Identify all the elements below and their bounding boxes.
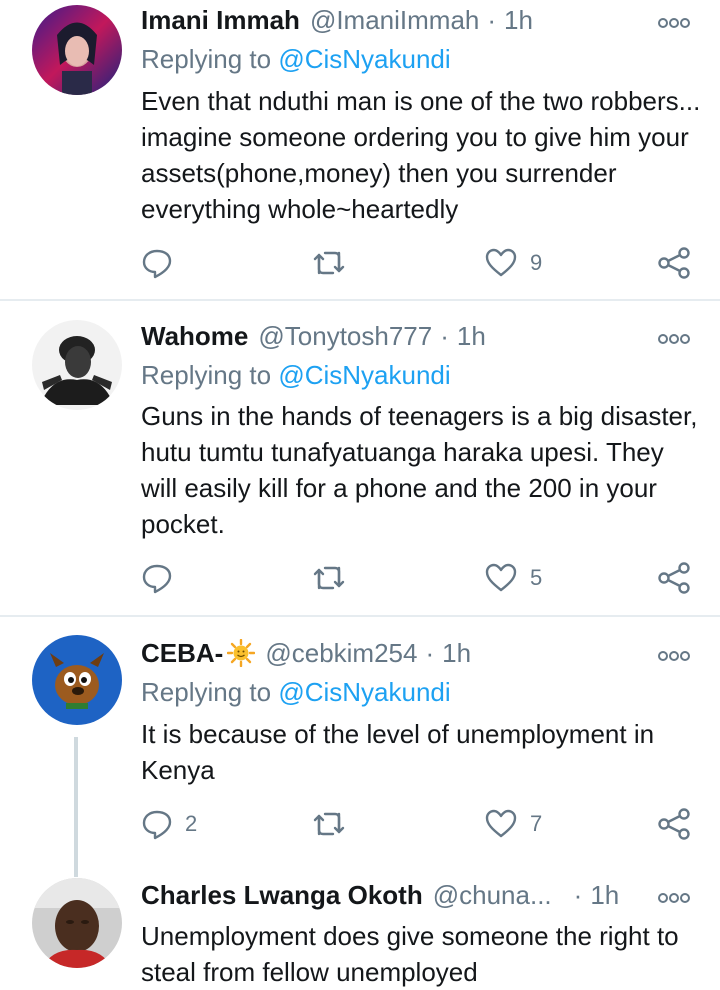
reply-button[interactable] [141, 558, 185, 598]
separator: · [573, 879, 583, 910]
retweet-button[interactable] [311, 558, 359, 598]
retweet-icon [311, 562, 347, 594]
tweet[interactable]: Charles Lwanga Okoth @chuna... · 1h Unem… [0, 867, 720, 988]
like-button[interactable]: 5 [484, 558, 542, 598]
avatar[interactable] [32, 320, 122, 410]
like-count: 5 [530, 565, 543, 590]
user-handle[interactable]: @cebkim254 [265, 638, 417, 669]
thread-line [74, 867, 78, 877]
thread-line [74, 737, 78, 867]
replying-prefix: Replying to [141, 360, 272, 390]
reply-button[interactable] [141, 243, 185, 283]
tweet-actions: 2 7 [141, 804, 701, 844]
like-button[interactable]: 7 [484, 804, 542, 844]
reply-icon [141, 808, 173, 840]
tweet[interactable]: CEBA- @cebkim254 · 1h Replying to @CisNy… [0, 617, 720, 867]
share-button[interactable] [657, 804, 691, 844]
timestamp[interactable]: 1h [504, 5, 533, 36]
tweet-actions: 5 [141, 558, 701, 598]
tweet-text: Unemployment does give someone the right… [141, 921, 679, 987]
share-button[interactable] [657, 243, 691, 283]
display-name[interactable]: CEBA- [141, 638, 223, 669]
timestamp[interactable]: 1h [457, 321, 486, 352]
avatar[interactable] [32, 635, 122, 725]
replying-prefix: Replying to [141, 677, 272, 707]
tweet[interactable]: Imani Immah @ImaniImmah · 1h Replying to… [0, 0, 720, 298]
share-icon [657, 247, 691, 279]
tweet-text: Guns in the hands of teenagers is a big … [141, 401, 698, 539]
user-handle[interactable]: @chuna... [433, 880, 552, 911]
sun-emoji-icon [227, 638, 256, 668]
replying-to: Replying to @CisNyakundi [141, 44, 451, 75]
separator: · [440, 320, 449, 351]
tweet-header: Imani Immah @ImaniImmah · 1h [141, 3, 720, 37]
tweet-text: It is because of the level of unemployme… [141, 719, 655, 785]
reply-count: 2 [185, 811, 198, 836]
timestamp[interactable]: 1h [590, 880, 619, 911]
mention-link[interactable]: @CisNyakundi [278, 360, 450, 390]
retweet-button[interactable] [311, 804, 359, 844]
avatar[interactable] [32, 878, 122, 968]
retweet-button[interactable] [311, 243, 359, 283]
tweet-header: CEBA- @cebkim254 · 1h [141, 636, 720, 670]
share-icon [657, 808, 691, 840]
tweet-actions: 9 [141, 243, 701, 283]
reply-button[interactable]: 2 [141, 804, 197, 844]
tweet[interactable]: Wahome @Tonytosh777 · 1h Replying to @Ci… [0, 301, 720, 614]
more-icon[interactable] [658, 880, 690, 911]
separator: · [487, 4, 497, 35]
mention-link[interactable]: @CisNyakundi [278, 44, 450, 74]
more-icon[interactable] [658, 638, 690, 669]
share-button[interactable] [657, 558, 691, 598]
like-button[interactable]: 9 [484, 243, 542, 283]
user-handle[interactable]: @ImaniImmah [310, 5, 479, 36]
tweet-header: Wahome @Tonytosh777 · 1h [141, 319, 720, 353]
more-icon[interactable] [658, 5, 690, 36]
display-name[interactable]: Imani Immah [141, 5, 300, 36]
replying-to: Replying to @CisNyakundi [141, 677, 451, 708]
reply-icon [141, 247, 173, 279]
retweet-icon [311, 808, 347, 840]
like-icon [484, 247, 518, 279]
avatar[interactable] [32, 5, 122, 95]
display-name[interactable]: Wahome [141, 321, 248, 352]
replying-to: Replying to @CisNyakundi [141, 360, 451, 391]
user-handle[interactable]: @Tonytosh777 [258, 321, 432, 352]
like-icon [484, 808, 518, 840]
share-icon [657, 562, 691, 594]
retweet-icon [311, 247, 347, 279]
timestamp[interactable]: 1h [442, 638, 471, 669]
replying-prefix: Replying to [141, 44, 272, 74]
more-icon[interactable] [658, 321, 690, 352]
reply-icon [141, 562, 173, 594]
display-name[interactable]: Charles Lwanga Okoth [141, 880, 423, 911]
separator: · [425, 637, 435, 668]
tweet-text: Even that nduthi man is one of the two r… [141, 86, 701, 224]
like-count: 9 [530, 250, 543, 275]
mention-link[interactable]: @CisNyakundi [278, 677, 450, 707]
like-count: 7 [530, 811, 543, 836]
tweet-header: Charles Lwanga Okoth @chuna... · 1h [141, 878, 720, 912]
like-icon [484, 562, 518, 594]
